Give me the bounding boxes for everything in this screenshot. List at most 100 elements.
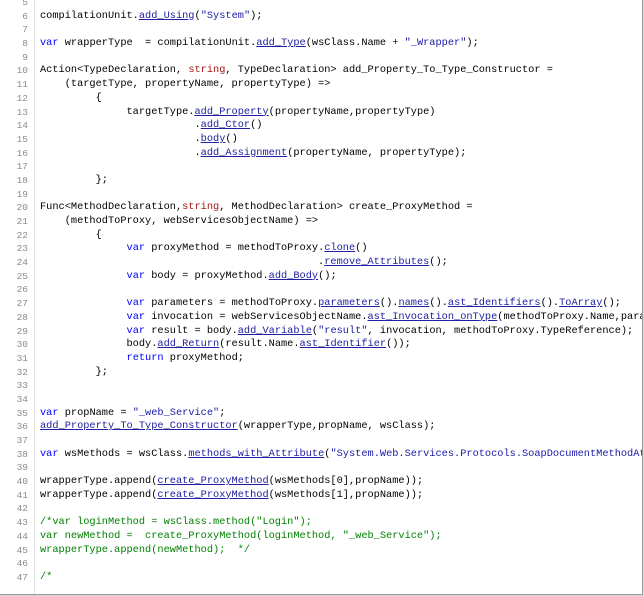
- code-line[interactable]: 33: [0, 379, 642, 393]
- code-line[interactable]: 22 {: [0, 229, 642, 243]
- code-line[interactable]: 46: [0, 557, 642, 571]
- code-token: var: [126, 242, 146, 255]
- line-number: 35: [16, 407, 28, 419]
- code-token: add_Assignment: [200, 146, 288, 159]
- code-token: , invocation, methodToProxy.TypeReferenc…: [367, 324, 634, 337]
- code-token: (): [355, 242, 368, 255]
- code-line[interactable]: 36 add_Property_To_Type_Constructor(wrapp…: [0, 420, 642, 434]
- code-token: );: [250, 9, 263, 22]
- line-number: 27: [16, 298, 28, 310]
- line-number: 17: [16, 161, 28, 173]
- code-line[interactable]: 45 wrapperType.append(newMethod); */: [0, 544, 642, 558]
- code-token: wsMethods = wsClass.: [58, 447, 189, 460]
- code-token: .: [40, 132, 201, 145]
- code-line[interactable]: 21 (methodToProxy, webServicesObjectName…: [0, 215, 642, 229]
- code-text: body.add_Return(result.Name.ast_Identifi…: [40, 338, 642, 352]
- code-text: add_Property_To_Type_Constructor(wrapper…: [40, 420, 642, 434]
- code-line[interactable]: 39: [0, 461, 642, 475]
- code-line[interactable]: 42: [0, 502, 642, 516]
- code-token: /*var loginMethod = wsClass.method("Logi…: [40, 516, 312, 529]
- code-line[interactable]: 37: [0, 434, 642, 448]
- code-line[interactable]: 26: [0, 283, 642, 297]
- code-line[interactable]: 44 var newMethod = create_ProxyMethod(log…: [0, 530, 642, 544]
- code-line[interactable]: 19: [0, 188, 642, 202]
- code-line[interactable]: 27 var parameters = methodToProxy.parame…: [0, 297, 642, 311]
- code-token: var: [126, 310, 146, 323]
- code-text: .add_Ctor(): [40, 119, 642, 133]
- code-line[interactable]: 34: [0, 393, 642, 407]
- line-number: 47: [16, 571, 28, 583]
- code-line[interactable]: 18 };: [0, 174, 642, 188]
- code-line[interactable]: 29 var result = body.add_Variable("resul…: [0, 325, 642, 339]
- code-line[interactable]: 8 var wrapperType = compilationUnit.add_T…: [0, 37, 642, 51]
- code-token: proxyMethod;: [163, 351, 244, 364]
- code-line[interactable]: 41 wrapperType.append(create_ProxyMethod(…: [0, 489, 642, 503]
- code-line[interactable]: 28 var invocation = webServicesObjectNam…: [0, 311, 642, 325]
- code-token: body: [200, 132, 226, 145]
- line-number: 38: [16, 448, 28, 460]
- code-text: return proxyMethod;: [40, 352, 642, 366]
- code-token: targetType.: [40, 105, 195, 118]
- code-line[interactable]: 6 compilationUnit.add_Using("System");: [0, 10, 642, 24]
- code-line[interactable]: 15 .body(): [0, 133, 642, 147]
- code-token: return: [126, 351, 164, 364]
- code-line[interactable]: 25 var body = proxyMethod.add_Body();: [0, 270, 642, 284]
- code-token: ().: [379, 297, 399, 310]
- line-number: 34: [16, 393, 28, 405]
- code-token: (propertyName, propertyType);: [287, 146, 467, 159]
- code-token: ().: [429, 297, 448, 310]
- code-line[interactable]: 35 var propName = "_web_Service";: [0, 407, 642, 421]
- code-line[interactable]: 40 wrapperType.append(create_ProxyMethod(…: [0, 475, 642, 489]
- code-line[interactable]: 9: [0, 51, 642, 65]
- code-line[interactable]: 47 /*: [0, 571, 642, 585]
- code-text: .body(): [40, 133, 642, 147]
- code-editor[interactable]: 5 6 compilationUnit.add_Using("System"); 7 8…: [0, 0, 643, 595]
- code-token: wrapperType.append(: [40, 475, 158, 488]
- code-line[interactable]: 30 body.add_Return(result.Name.ast_Ident…: [0, 338, 642, 352]
- code-token: parameters: [318, 297, 380, 310]
- code-token: var: [40, 447, 59, 460]
- code-line[interactable]: 20 Func<MethodDeclaration,string, MethodD…: [0, 201, 642, 215]
- code-token: add_Property_To_Type_Constructor: [40, 420, 238, 433]
- code-line[interactable]: 12 {: [0, 92, 642, 106]
- code-text: var proxyMethod = methodToProxy.clone(): [40, 242, 642, 256]
- code-line[interactable]: 10 Action<TypeDeclaration, string, TypeDe…: [0, 64, 642, 78]
- code-token: ast_Invocation_onType: [367, 310, 498, 323]
- line-number: 33: [16, 380, 28, 392]
- code-token: "_Wrapper": [404, 37, 467, 50]
- line-number: 11: [16, 79, 28, 91]
- code-token: (wrapperType,propName, wsClass);: [237, 420, 436, 433]
- line-number: 46: [16, 558, 28, 570]
- code-line[interactable]: 7: [0, 23, 642, 37]
- code-token: Func<MethodDeclaration,: [40, 201, 183, 214]
- code-line[interactable]: 31 return proxyMethod;: [0, 352, 642, 366]
- line-number: 16: [16, 147, 28, 159]
- line-number: 7: [22, 24, 28, 36]
- code-line[interactable]: 14 .add_Ctor(): [0, 119, 642, 133]
- line-number: 43: [16, 517, 28, 529]
- code-text: wrapperType.append(create_ProxyMethod(ws…: [40, 489, 642, 503]
- line-number: 12: [16, 92, 28, 104]
- code-line[interactable]: 38 var wsMethods = wsClass.methods_with_A…: [0, 448, 642, 462]
- code-token: add_Variable: [237, 324, 312, 337]
- code-line[interactable]: 17: [0, 160, 642, 174]
- line-number: 20: [16, 202, 28, 214]
- code-token: , TypeDeclaration> add_Property_To_Type_…: [225, 64, 553, 77]
- code-line[interactable]: 24 .remove_Attributes();: [0, 256, 642, 270]
- code-token: body = proxyMethod.: [145, 269, 269, 282]
- code-line[interactable]: 11 (targetType, propertyName, propertyTy…: [0, 78, 642, 92]
- code-token: (): [225, 132, 238, 145]
- code-token: names: [398, 297, 430, 310]
- code-line[interactable]: 16 .add_Assignment(propertyName, propert…: [0, 147, 642, 161]
- code-line[interactable]: 32 };: [0, 366, 642, 380]
- code-token: Action<TypeDeclaration,: [40, 64, 189, 77]
- code-token: "_web_Service": [132, 406, 220, 419]
- code-line[interactable]: 43 /*var loginMethod = wsClass.method("Lo…: [0, 516, 642, 530]
- code-text: var wsMethods = wsClass.methods_with_Att…: [40, 448, 642, 462]
- code-line[interactable]: 5: [0, 0, 642, 10]
- code-token: parameters = methodToProxy.: [145, 297, 319, 310]
- code-text: .remove_Attributes();: [40, 256, 642, 270]
- code-line[interactable]: 23 var proxyMethod = methodToProxy.clone…: [0, 242, 642, 256]
- code-line[interactable]: 13 targetType.add_Property(propertyName,…: [0, 106, 642, 120]
